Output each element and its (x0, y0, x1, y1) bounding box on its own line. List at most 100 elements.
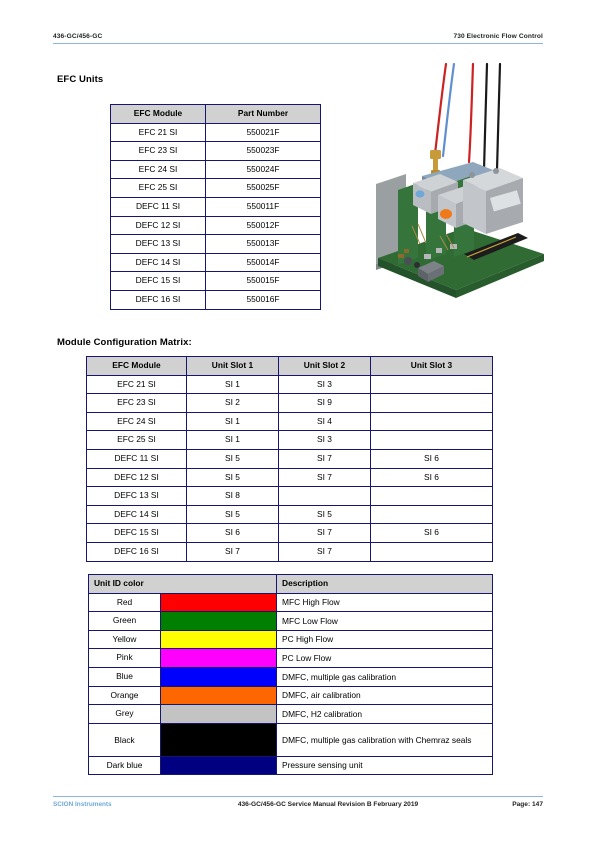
cell-unit-slot-2: SI 9 (278, 393, 371, 413)
table-row: DEFC 15 SI SI 6 SI 7 SI 6 (86, 523, 493, 543)
cell-part-number: 550016F (205, 289, 321, 310)
cell-unit-slot-3: SI 6 (370, 467, 493, 488)
table-row: EFC 25 SI SI 1 SI 3 (86, 430, 493, 450)
table-row: Green MFC Low Flow (88, 611, 494, 631)
cell-color-swatch (159, 685, 278, 706)
cell-efc-module: DEFC 15 SI (110, 271, 206, 291)
table-row: DEFC 13 SI SI 8 (86, 486, 493, 506)
header-left-text: 436-GC/456-GC (53, 33, 103, 40)
cell-unit-slot-3: SI 6 (370, 448, 493, 469)
section-heading-efc-units: EFC Units (57, 74, 104, 85)
table-row: Yellow PC High Flow (88, 629, 494, 650)
cell-color-swatch (159, 648, 278, 668)
cell-color-description: PC Low Flow (276, 648, 494, 668)
cell-unit-slot-2: SI 4 (278, 411, 371, 432)
cell-unit-slot-2: SI 7 (278, 467, 371, 488)
cell-unit-slot-2: SI 3 (278, 430, 371, 450)
column-header-efc-module: EFC Module (86, 356, 187, 376)
cell-unit-slot-3 (370, 411, 493, 432)
cell-efc-module: DEFC 14 SI (110, 252, 206, 273)
cell-color-swatch (159, 722, 278, 757)
cell-part-number: 550014F (205, 252, 321, 273)
cell-unit-slot-2: SI 7 (278, 523, 371, 543)
column-header-unit-slot-2: Unit Slot 2 (278, 356, 371, 376)
cell-unit-slot-3 (370, 430, 493, 450)
table-row: DEFC 16 SI 550016F (110, 289, 321, 310)
table-row: Dark blue Pressure sensing unit (88, 755, 494, 776)
module-configuration-matrix-table: EFC Module Unit Slot 1 Unit Slot 2 Unit … (86, 356, 493, 562)
table-row: DEFC 12 SI SI 5 SI 7 SI 6 (86, 467, 493, 488)
cell-part-number: 550011F (205, 196, 321, 217)
cell-efc-module: EFC 23 SI (110, 141, 206, 161)
table-row: DEFC 11 SI 550011F (110, 196, 321, 217)
cell-efc-module: DEFC 14 SI (86, 504, 187, 525)
cell-part-number: 550024F (205, 159, 321, 180)
cell-color-name: Dark blue (88, 755, 161, 776)
cell-part-number: 550015F (205, 271, 321, 291)
column-header-description: Description (276, 574, 494, 594)
cell-part-number: 550025F (205, 178, 321, 198)
table-row: DEFC 12 SI 550012F (110, 215, 321, 236)
cell-unit-slot-1: SI 5 (186, 448, 279, 469)
table-row: EFC 24 SI 550024F (110, 159, 321, 180)
cell-color-swatch (159, 755, 278, 776)
cell-efc-module: DEFC 13 SI (110, 234, 206, 254)
cell-color-name: Black (88, 722, 161, 757)
table-row: Pink PC Low Flow (88, 648, 494, 668)
cell-efc-module: EFC 21 SI (110, 122, 206, 143)
cell-color-name: Blue (88, 666, 161, 687)
cell-efc-module: DEFC 11 SI (86, 448, 187, 469)
table-row: EFC 21 SI SI 1 SI 3 (86, 374, 493, 395)
table-row: DEFC 13 SI 550013F (110, 234, 321, 254)
column-header-unit-slot-3: Unit Slot 3 (370, 356, 493, 376)
cell-efc-module: EFC 25 SI (110, 178, 206, 198)
cell-unit-slot-3 (370, 486, 493, 506)
cell-unit-slot-2 (278, 486, 371, 506)
table-row: DEFC 14 SI SI 5 SI 5 (86, 504, 493, 525)
cell-efc-module: EFC 24 SI (86, 411, 187, 432)
table-row: DEFC 16 SI SI 7 SI 7 (86, 541, 493, 562)
table-row: DEFC 14 SI 550014F (110, 252, 321, 273)
indicator-dot-blue (415, 190, 425, 198)
cell-unit-slot-3 (370, 504, 493, 525)
cell-unit-slot-1: SI 7 (186, 541, 279, 562)
cell-color-name: Pink (88, 648, 161, 668)
cell-color-description: DMFC, multiple gas calibration with Chem… (276, 722, 494, 757)
table-row: Black DMFC, multiple gas calibration with… (88, 722, 494, 757)
cell-part-number: 550023F (205, 141, 321, 161)
cell-efc-module: DEFC 16 SI (86, 541, 187, 562)
table-row: EFC 23 SI 550023F (110, 141, 321, 161)
cell-unit-slot-2: SI 7 (278, 448, 371, 469)
header-right-text: 730 Electronic Flow Control (453, 33, 543, 40)
cell-efc-module: DEFC 12 SI (86, 467, 187, 488)
cell-color-name: Red (88, 592, 161, 613)
column-header-unit-slot-1: Unit Slot 1 (186, 356, 279, 376)
cell-efc-module: DEFC 13 SI (86, 486, 187, 506)
column-header-part-number: Part Number (205, 104, 321, 124)
table-row: EFC 23 SI SI 2 SI 9 (86, 393, 493, 413)
table-row: EFC 21 SI 550021F (110, 122, 321, 143)
table-header-row: EFC Module Unit Slot 1 Unit Slot 2 Unit … (86, 356, 493, 376)
cell-unit-slot-1: SI 1 (186, 430, 279, 450)
cell-part-number: 550021F (205, 122, 321, 143)
unit-id-color-table: Unit ID color Description Red MFC High Fl… (87, 574, 494, 776)
cell-color-swatch (159, 629, 278, 650)
cell-efc-module: DEFC 12 SI (110, 215, 206, 236)
cell-color-name: Grey (88, 704, 161, 724)
cell-color-description: DMFC, multiple gas calibration (276, 666, 494, 687)
cell-color-description: DMFC, H2 calibration (276, 704, 494, 724)
cell-unit-slot-1: SI 6 (186, 523, 279, 543)
cell-color-name: Yellow (88, 629, 161, 650)
efc-units-table: EFC Module Part Number EFC 21 SI 550021F E… (110, 104, 321, 310)
table-row: Blue DMFC, multiple gas calibration (88, 666, 494, 687)
cell-color-swatch (159, 592, 278, 613)
cell-part-number: 550012F (205, 215, 321, 236)
table-row: DEFC 11 SI SI 5 SI 7 SI 6 (86, 448, 493, 469)
footer-document-title: 436-GC/456-GC Service Manual Revision B … (237, 801, 419, 808)
cell-color-description: MFC High Flow (276, 592, 494, 613)
cell-unit-slot-3 (370, 374, 493, 395)
table-header-row: Unit ID color Description (87, 574, 494, 594)
cell-unit-slot-3: SI 6 (370, 523, 493, 543)
cell-unit-slot-2: SI 5 (278, 504, 371, 525)
cell-unit-slot-1: SI 1 (186, 374, 279, 395)
